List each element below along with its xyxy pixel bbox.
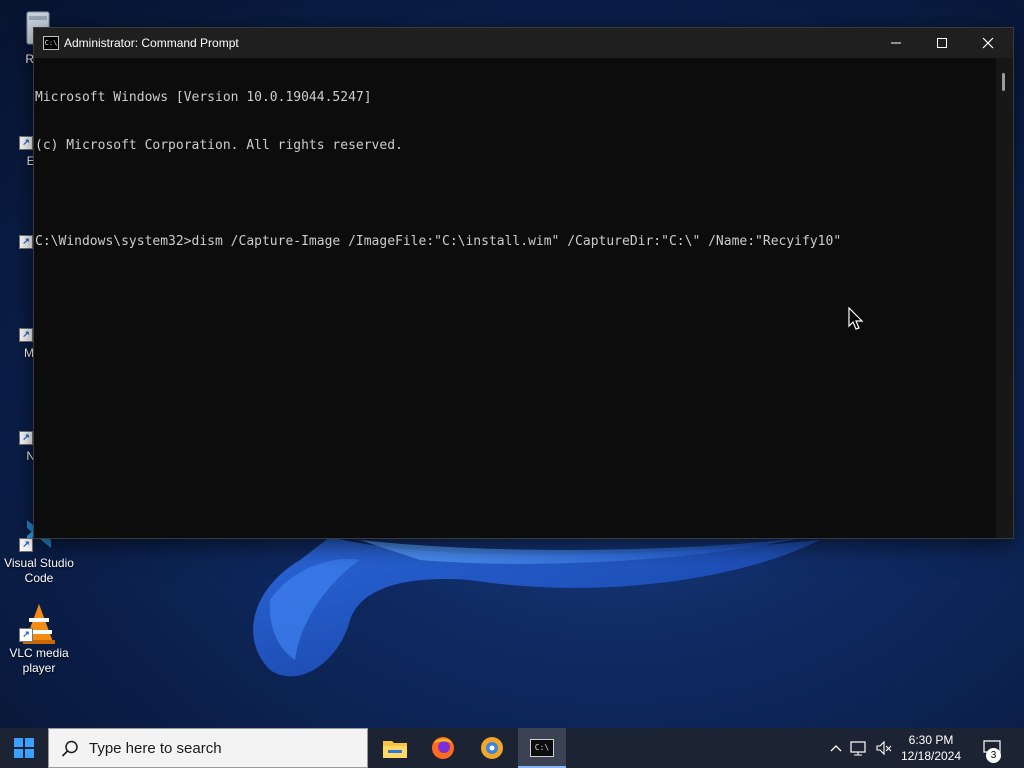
volume-muted-icon (876, 740, 892, 756)
taskbar-search-box[interactable]: Type here to search (48, 728, 368, 768)
taskbar-settings[interactable] (468, 728, 516, 768)
maximize-button[interactable] (919, 28, 965, 58)
shortcut-arrow-icon: ↗ (19, 628, 33, 642)
network-button[interactable] (848, 728, 870, 768)
minimize-button[interactable] (873, 28, 919, 58)
vlc-icon: ↗ (19, 602, 59, 644)
notification-count-badge: 3 (986, 748, 1001, 763)
desktop-icon-label: VLC media player (9, 646, 69, 675)
shortcut-arrow-icon: ↗ (19, 431, 33, 445)
window-titlebar[interactable]: C:\ Administrator: Command Prompt (34, 28, 1013, 58)
vertical-scrollbar[interactable] (996, 58, 1013, 538)
settings-icon (481, 737, 503, 759)
close-button[interactable] (965, 28, 1011, 58)
network-icon (850, 741, 866, 756)
taskbar-file-explorer[interactable] (371, 728, 419, 768)
console-output[interactable]: Microsoft Windows [Version 10.0.19044.52… (34, 58, 996, 538)
file-explorer-icon (383, 741, 407, 758)
shortcut-arrow-icon: ↗ (19, 538, 33, 552)
minimize-icon (891, 42, 901, 44)
chevron-up-icon (830, 745, 842, 752)
shortcut-arrow-icon: ↗ (19, 136, 33, 150)
desktop-icon-vlc[interactable]: ↗ VLC media player (2, 602, 76, 676)
windows-logo-icon (14, 738, 34, 758)
taskbar: Type here to search C:\ 6:30 PM 12/18/20… (0, 728, 1024, 768)
start-button[interactable] (0, 728, 48, 768)
taskbar-firefox[interactable] (419, 728, 467, 768)
command-prompt-icon: C:\ (43, 36, 59, 50)
close-icon (982, 37, 994, 49)
volume-button[interactable] (873, 728, 895, 768)
desktop-icon-label: Visual Studio Code (4, 556, 74, 585)
console-line: Microsoft Windows [Version 10.0.19044.52… (35, 90, 372, 105)
shortcut-arrow-icon: ↗ (19, 235, 33, 249)
window-title: Administrator: Command Prompt (64, 36, 239, 50)
desktop: Recy ↗ Ever ↗ Fi ↗ Mic E ↗ Note ↗ V (0, 0, 1024, 728)
command-prompt-icon: C:\ (530, 739, 554, 757)
taskbar-clock[interactable]: 6:30 PM 12/18/2024 (896, 732, 966, 764)
show-hidden-icons-button[interactable] (826, 728, 846, 768)
maximize-icon (937, 38, 947, 48)
console-command-line[interactable]: C:\Windows\system32>dism /Capture-Image … (34, 234, 996, 250)
mouse-pointer-icon (848, 307, 864, 330)
console-line: (c) Microsoft Corporation. All rights re… (35, 138, 403, 153)
search-placeholder: Type here to search (89, 740, 222, 757)
shortcut-arrow-icon: ↗ (19, 328, 33, 342)
command-prompt-window[interactable]: C:\ Administrator: Command Prompt Micros… (33, 27, 1014, 539)
search-icon (61, 740, 78, 757)
clock-date: 12/18/2024 (900, 749, 962, 763)
firefox-icon (432, 737, 454, 759)
cmd-icon-label: C:\ (534, 743, 550, 752)
scrollbar-thumb[interactable] (1002, 73, 1005, 91)
clock-time: 6:30 PM (908, 733, 954, 747)
taskbar-command-prompt[interactable]: C:\ (518, 728, 566, 768)
